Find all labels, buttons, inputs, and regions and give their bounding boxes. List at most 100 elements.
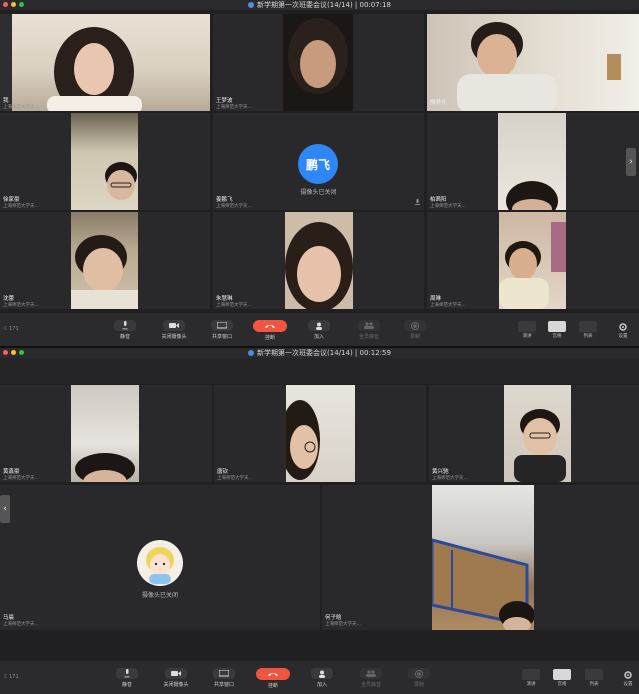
person-video	[432, 538, 534, 630]
participant-tile[interactable]: 朱慧琳 上海师范大学天...	[213, 212, 424, 309]
microphone-icon	[114, 320, 136, 331]
stop-video-button[interactable]: 关闭摄像头	[159, 668, 193, 688]
invite-button[interactable]: 加入	[302, 320, 336, 340]
mute-button[interactable]: 静音	[108, 320, 142, 340]
speaker-view-label: 演讲	[526, 682, 536, 687]
header-spacer	[0, 358, 639, 384]
participant-tile[interactable]: 鹏飞 摄像头已关闭 姜鹏飞 上海师范大学天...	[213, 113, 424, 210]
maximize-window-button[interactable]	[19, 350, 24, 355]
participant-tile[interactable]: 唐钦 上海师范大学天...	[214, 385, 426, 482]
signal-indicator: ℂ 171	[4, 674, 19, 680]
list-view-icon	[579, 321, 597, 332]
person-video	[288, 18, 348, 94]
participant-tile[interactable]: 何子晗 上海师范大学天...	[322, 485, 639, 630]
mic-muted-icon	[415, 199, 420, 205]
window-title: 新学期第一次班委会议(14/14) | 00:07:18	[257, 1, 391, 9]
meeting-toolbar: ℂ 171 静音 关闭摄像头 共享窗口 挂断 加入 全员静音 录制 演讲 宫格 …	[0, 313, 639, 346]
settings-button[interactable]: 设置	[616, 323, 630, 339]
add-user-icon	[308, 320, 330, 331]
title-bar: 新学期第一次班委会议(14/14) | 00:07:18	[0, 0, 639, 10]
settings-button[interactable]: 设置	[621, 671, 635, 687]
speaker-view-label: 演讲	[522, 334, 532, 339]
close-window-button[interactable]	[3, 350, 8, 355]
participant-name: 沈蕾	[3, 296, 15, 302]
minimize-window-button[interactable]	[11, 2, 16, 7]
list-view-label: 列表	[589, 682, 599, 687]
gallery-view-button[interactable]: 宫格	[547, 321, 567, 339]
window-controls	[3, 350, 24, 355]
video-feed	[71, 385, 139, 482]
signal-indicator: ℂ 171	[4, 326, 19, 332]
participant-tile[interactable]: 殷养凡	[427, 14, 639, 111]
participant-tile[interactable]: 徐家豪 上海师范大学天...	[0, 113, 210, 210]
invite-label: 加入	[316, 682, 327, 688]
person-video	[75, 453, 135, 482]
stop-video-label: 关闭摄像头	[163, 682, 189, 688]
hangup-button[interactable]: 挂断	[253, 320, 287, 341]
participant-org: 上海师范大学天...	[3, 204, 39, 209]
participant-tile[interactable]: 王梦波 上海师范大学天...	[213, 14, 424, 111]
person-video	[105, 162, 137, 200]
stop-video-button[interactable]: 关闭摄像头	[157, 320, 191, 340]
invite-button[interactable]: 加入	[305, 668, 339, 688]
record-icon	[404, 320, 426, 331]
speaker-view-button[interactable]: 演讲	[517, 321, 537, 339]
participant-tile[interactable]: ‹ 摄像头已关闭 马晨 上海师范大学天...	[0, 485, 320, 630]
video-feed	[427, 14, 639, 111]
participant-name: 柏茜阳	[430, 197, 447, 203]
share-screen-icon	[213, 668, 235, 679]
participant-org: 上海师范大学天...	[216, 204, 252, 209]
next-page-arrow[interactable]: ›	[626, 148, 636, 176]
gear-icon	[619, 323, 627, 331]
mute-all-button[interactable]: 全员静音	[354, 668, 388, 688]
share-label: 共享窗口	[211, 334, 232, 340]
participant-name: 何子晗	[325, 615, 342, 621]
maximize-window-button[interactable]	[19, 2, 24, 7]
previous-page-arrow[interactable]: ‹	[0, 495, 10, 523]
participant-tile[interactable]: 沈蕾 上海师范大学天...	[0, 212, 210, 309]
participant-name: 马晨	[3, 615, 15, 621]
participant-org: 上海师范大学天...	[216, 303, 252, 308]
record-button[interactable]: 录制	[398, 320, 432, 340]
gallery-view-icon	[548, 321, 566, 332]
participant-tile[interactable]: 黄兴驰 上海师范大学天...	[429, 385, 639, 482]
record-button[interactable]: 录制	[402, 668, 436, 688]
share-label: 共享窗口	[213, 682, 234, 688]
participant-org: 上海师范大学天...	[3, 622, 39, 627]
speaker-view-button[interactable]: 演讲	[521, 669, 541, 687]
participant-org: 上海师范大学天...	[3, 476, 39, 481]
participant-name: 我	[3, 98, 9, 104]
gallery-view-icon	[553, 669, 571, 680]
mute-all-button[interactable]: 全员静音	[352, 320, 386, 340]
person-video	[285, 222, 353, 309]
hangup-button[interactable]: 挂断	[256, 668, 290, 689]
video-feed	[12, 14, 210, 111]
record-icon	[408, 668, 430, 679]
stop-video-label: 关闭摄像头	[161, 334, 187, 340]
meeting-toolbar: ℂ 171 静音 关闭摄像头 共享窗口 挂断 加入 全员静音 录制 演讲 宫格 …	[0, 661, 639, 694]
participant-tile[interactable]: 我 上海师范大学天...	[0, 14, 210, 111]
video-feed	[504, 385, 571, 482]
close-window-button[interactable]	[3, 2, 8, 7]
gallery-view-button[interactable]: 宫格	[552, 669, 572, 687]
participant-name: 黄鑫豪	[3, 469, 20, 475]
title-bar: 新学期第一次班委会议(14/14) | 00:12:59	[0, 348, 639, 358]
participant-tile[interactable]: › 柏茜阳 上海师范大学天...	[427, 113, 639, 210]
group-icon	[358, 320, 380, 331]
list-view-button[interactable]: 列表	[584, 669, 604, 687]
list-view-button[interactable]: 列表	[578, 321, 598, 339]
minimize-window-button[interactable]	[11, 350, 16, 355]
speaker-view-icon	[522, 669, 540, 680]
share-screen-button[interactable]: 共享窗口	[205, 320, 239, 340]
participant-org: 上海师范大学天...	[430, 303, 466, 308]
phone-hangup-icon	[253, 320, 287, 332]
window-controls	[3, 2, 24, 7]
person-video	[514, 409, 566, 482]
camera-off-label: 摄像头已关闭	[141, 592, 178, 599]
participant-org: 上海师范大学天...	[325, 622, 361, 627]
participant-tile[interactable]: 周琳 上海师范大学天...	[427, 212, 639, 309]
share-screen-button[interactable]: 共享窗口	[207, 668, 241, 688]
participant-tile[interactable]: 黄鑫豪 上海师范大学天...	[0, 385, 212, 482]
microphone-icon	[116, 668, 138, 679]
mute-button[interactable]: 静音	[110, 668, 144, 688]
